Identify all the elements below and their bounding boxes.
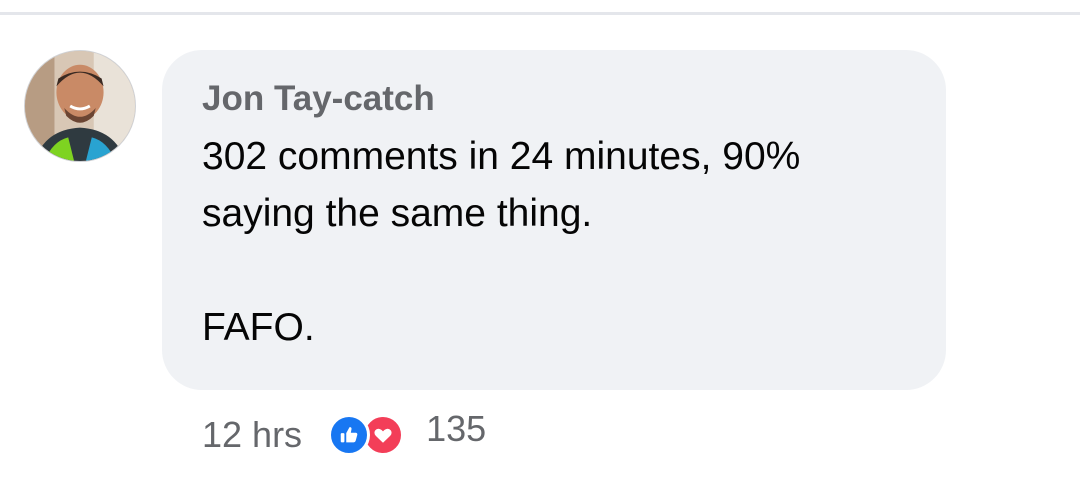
comment-author[interactable]: Jon Tay-catch: [202, 78, 906, 122]
reaction-count: 135: [426, 408, 487, 449]
avatar-photo: [25, 51, 135, 161]
comment-bubble: Jon Tay-catch 302 comments in 24 minutes…: [162, 50, 946, 390]
comment-timestamp[interactable]: 12 hrs: [202, 413, 302, 457]
comment-text: 302 comments in 24 minutes, 90% saying t…: [202, 135, 801, 349]
top-divider: [0, 12, 1080, 15]
reactions-summary[interactable]: 135: [328, 408, 486, 457]
comment-meta: 12 hrs 135: [202, 408, 486, 460]
avatar[interactable]: [24, 50, 136, 162]
like-icon: [328, 414, 371, 456]
